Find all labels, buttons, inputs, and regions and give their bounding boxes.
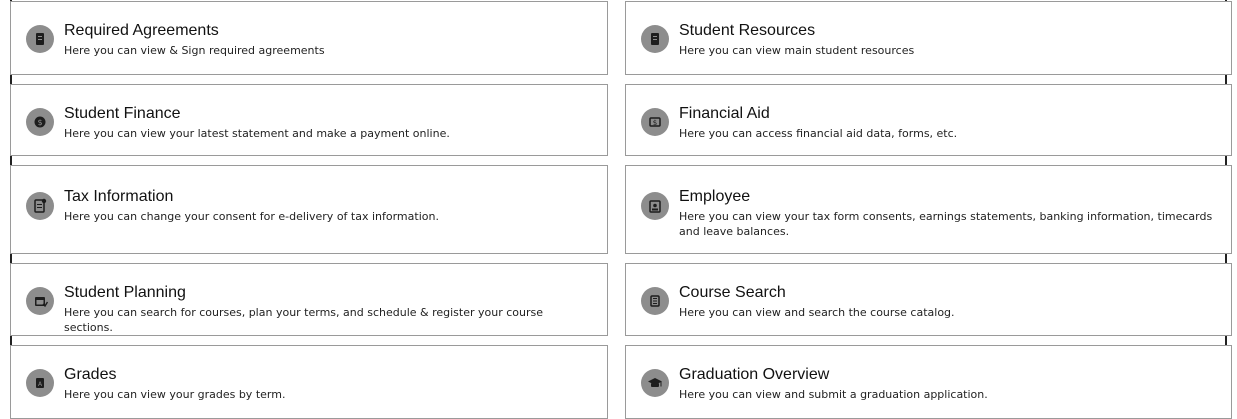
- card-description: Here you can view and submit a graduatio…: [679, 388, 988, 401]
- card-description: Here you can view & Sign required agreem…: [64, 44, 325, 57]
- card-grades[interactable]: A Grades Here you can view your grades b…: [10, 345, 608, 419]
- card-required-agreements[interactable]: Required Agreements Here you can view & …: [10, 1, 608, 75]
- card-description: Here you can view main student resources: [679, 44, 915, 57]
- svg-text:$: $: [653, 119, 657, 127]
- card-title: Student Resources: [679, 22, 816, 39]
- money-bill-icon: $: [641, 108, 669, 136]
- card-title: Student Planning: [64, 284, 186, 301]
- document-icon: [641, 25, 669, 53]
- tax-form-icon: [26, 192, 54, 220]
- svg-text:$: $: [37, 118, 42, 127]
- card-title: Grades: [64, 366, 117, 383]
- dollar-coin-icon: $: [26, 108, 54, 136]
- calendar-check-icon: [26, 287, 54, 315]
- card-description: Here you can view your latest statement …: [64, 127, 450, 140]
- card-title: Student Finance: [64, 105, 181, 122]
- card-title: Course Search: [679, 284, 786, 301]
- card-tax-information[interactable]: Tax Information Here you can change your…: [10, 165, 608, 254]
- card-course-search[interactable]: Course Search Here you can view and sear…: [625, 263, 1232, 336]
- card-title: Graduation Overview: [679, 366, 830, 383]
- card-title: Required Agreements: [64, 22, 219, 39]
- graduation-cap-icon: [641, 369, 669, 397]
- catalog-book-icon: [641, 287, 669, 315]
- card-employee[interactable]: Employee Here you can view your tax form…: [625, 165, 1232, 254]
- card-student-resources[interactable]: Student Resources Here you can view main…: [625, 1, 1232, 75]
- card-description: Here you can search for courses, plan yo…: [64, 306, 544, 334]
- card-description: Here you can change your consent for e-d…: [64, 210, 439, 223]
- card-graduation-overview[interactable]: Graduation Overview Here you can view an…: [625, 345, 1232, 419]
- id-badge-icon: [641, 192, 669, 220]
- card-title: Financial Aid: [679, 105, 770, 122]
- grade-report-icon: A: [26, 369, 54, 397]
- card-title: Tax Information: [64, 188, 174, 205]
- card-description: Here you can view and search the course …: [679, 306, 955, 319]
- card-description: Here you can access financial aid data, …: [679, 127, 958, 140]
- document-icon: [26, 25, 54, 53]
- card-student-planning[interactable]: Student Planning Here you can search for…: [10, 263, 608, 336]
- card-description: Here you can view your tax form consents…: [679, 210, 1213, 238]
- card-financial-aid[interactable]: $ Financial Aid Here you can access fina…: [625, 84, 1232, 156]
- card-title: Employee: [679, 188, 751, 205]
- card-student-finance[interactable]: $ Student Finance Here you can view your…: [10, 84, 608, 156]
- card-description: Here you can view your grades by term.: [64, 388, 286, 401]
